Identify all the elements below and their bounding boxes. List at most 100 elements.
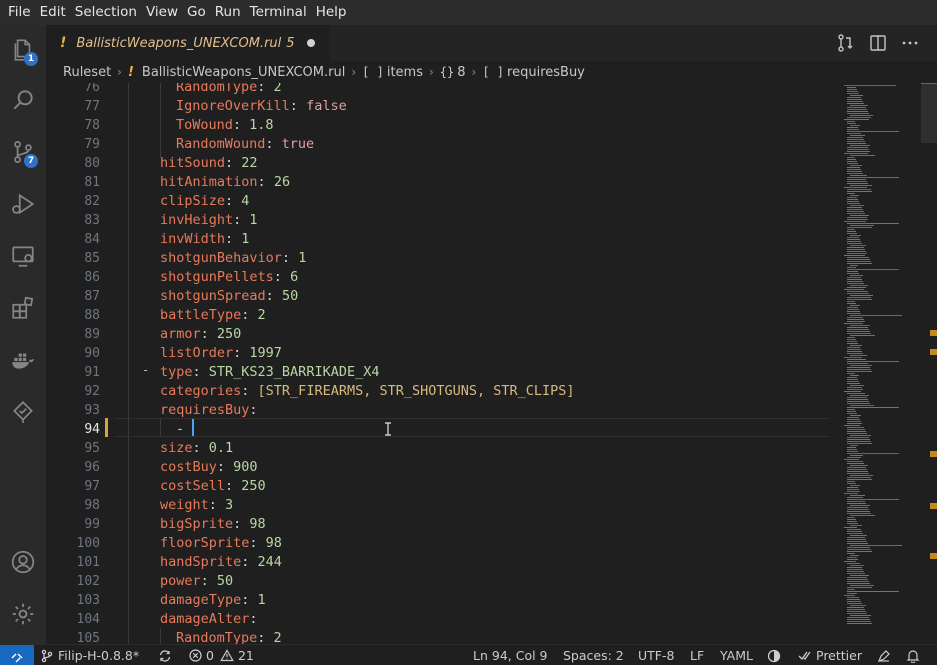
- scrollbar-thumb[interactable]: [921, 83, 937, 143]
- minimap-line: [847, 417, 859, 418]
- code-line: hitSound: 22: [160, 154, 258, 173]
- minimap-line: [847, 287, 866, 288]
- minimap-line: [850, 375, 859, 376]
- code-line: floorSprite: 98: [160, 534, 282, 553]
- colon: :: [225, 231, 242, 247]
- minimap-line: [847, 563, 860, 564]
- minimap-line: [850, 315, 902, 316]
- sync-button[interactable]: [158, 645, 176, 665]
- minimap-line: [850, 445, 858, 446]
- minimap-line: [847, 479, 872, 480]
- split-editor-icon[interactable]: [868, 33, 888, 53]
- yaml-value: false: [306, 98, 347, 114]
- colon: :: [208, 497, 226, 513]
- minimap-line: [847, 489, 859, 490]
- minimap-line: [847, 91, 858, 92]
- minimap-line: [847, 309, 859, 310]
- minimap-line: [847, 367, 870, 368]
- minimap-line: [847, 449, 857, 450]
- minimap-line: [850, 205, 864, 206]
- source-control-activity[interactable]: 7: [0, 129, 46, 175]
- breadcrumb-file[interactable]: BallisticWeapons_UNEXCOM.rul: [142, 65, 345, 80]
- menu-edit[interactable]: Edit: [36, 0, 70, 25]
- search-activity[interactable]: [0, 77, 46, 123]
- minimap-line: [847, 503, 866, 504]
- minimap-line: [847, 547, 870, 548]
- git-branch[interactable]: Filip-H-0.8.8*: [40, 645, 139, 665]
- minimap-line: [847, 619, 870, 620]
- tab-title: BallisticWeapons_UNEXCOM.rul: [76, 35, 282, 51]
- minimap-line: [847, 453, 899, 454]
- explorer-badge: 1: [24, 52, 38, 66]
- minimap-line: [847, 273, 859, 274]
- code-line: IgnoreOverKill: false: [176, 97, 347, 116]
- minimap-line: [844, 527, 857, 528]
- minimap-line: [847, 293, 869, 294]
- minimap-line: [847, 573, 865, 574]
- yaml-value: 6: [290, 269, 299, 285]
- menu-help[interactable]: Help: [312, 0, 351, 25]
- menu-view[interactable]: View: [142, 0, 182, 25]
- minimap-line: [847, 581, 869, 582]
- docker-activity[interactable]: [0, 337, 46, 383]
- menu-file[interactable]: File: [4, 0, 35, 25]
- more-actions-icon[interactable]: [900, 33, 920, 53]
- minimap-line: [847, 469, 867, 470]
- minimap-line: [847, 141, 865, 142]
- run-debug-activity[interactable]: [0, 181, 46, 227]
- manage-activity[interactable]: [0, 591, 46, 637]
- explorer-activity[interactable]: 1: [0, 27, 46, 73]
- remote-indicator[interactable]: [0, 645, 34, 665]
- menu-bar: File Edit Selection View Go Run Terminal Help: [0, 0, 937, 25]
- minimap-line: [844, 289, 864, 290]
- colon: :: [233, 345, 250, 361]
- colon: :: [225, 478, 242, 494]
- text-cursor: [192, 419, 194, 436]
- breadcrumb-root[interactable]: Ruleset: [63, 65, 111, 80]
- testing-activity[interactable]: [0, 389, 46, 435]
- remote-explorer-activity[interactable]: [0, 233, 46, 279]
- accounts-activity[interactable]: [0, 539, 46, 585]
- fold-marker[interactable]: -: [142, 361, 149, 380]
- menu-selection[interactable]: Selection: [71, 0, 141, 25]
- cursor-position[interactable]: Ln 94, Col 9: [473, 645, 548, 665]
- open-changes-icon[interactable]: [836, 33, 856, 53]
- breadcrumb-items[interactable]: items: [387, 65, 423, 80]
- line-number: 85: [84, 251, 100, 266]
- line-number: 76: [84, 83, 100, 95]
- line-number: 89: [84, 327, 100, 342]
- notifications-button[interactable]: [906, 645, 924, 665]
- editor-tab-active[interactable]: ! BallisticWeapons_UNEXCOM.rul 5: [46, 25, 330, 61]
- minimap-line: [850, 305, 860, 306]
- minimap[interactable]: [838, 83, 920, 644]
- minimap-line: [847, 373, 855, 374]
- minimap-line: [847, 149, 869, 150]
- encoding[interactable]: UTF-8: [638, 645, 674, 665]
- yaml-value: [STR_FIREARMS, STR_SHOTGUNS, STR_CLIPS]: [257, 383, 575, 399]
- minimap-line: [847, 263, 872, 264]
- prettier-status[interactable]: Prettier: [798, 645, 862, 665]
- minimap-line: [847, 501, 865, 502]
- breadcrumb-index[interactable]: 8: [457, 65, 465, 80]
- unsaved-dot-icon[interactable]: [306, 39, 315, 47]
- end-of-line[interactable]: LF: [690, 645, 704, 665]
- breadcrumb-requiresbuy[interactable]: requiresBuy: [507, 65, 585, 80]
- color-theme-toggle[interactable]: [767, 645, 785, 665]
- minimap-line: [850, 565, 864, 566]
- minimap-line: [847, 553, 855, 554]
- code-editor[interactable]: 76 RandomType: 2 77 IgnoreOverKill: false 78…: [46, 83, 937, 644]
- overview-ruler-warning: [930, 349, 937, 355]
- menu-terminal[interactable]: Terminal: [246, 0, 311, 25]
- gear-icon: [12, 603, 34, 625]
- minimap-line: [850, 415, 861, 416]
- minimap-line: [847, 337, 855, 338]
- language-mode[interactable]: YAML: [720, 645, 753, 665]
- indentation[interactable]: Spaces: 2: [563, 645, 624, 665]
- extensions-activity[interactable]: [0, 285, 46, 331]
- menu-run[interactable]: Run: [211, 0, 245, 25]
- minimap-line: [847, 241, 861, 242]
- minimap-line: [847, 233, 857, 234]
- problems-indicator[interactable]: 0 21: [189, 645, 254, 665]
- feedback-button[interactable]: [877, 645, 895, 665]
- menu-go[interactable]: Go: [183, 0, 210, 25]
